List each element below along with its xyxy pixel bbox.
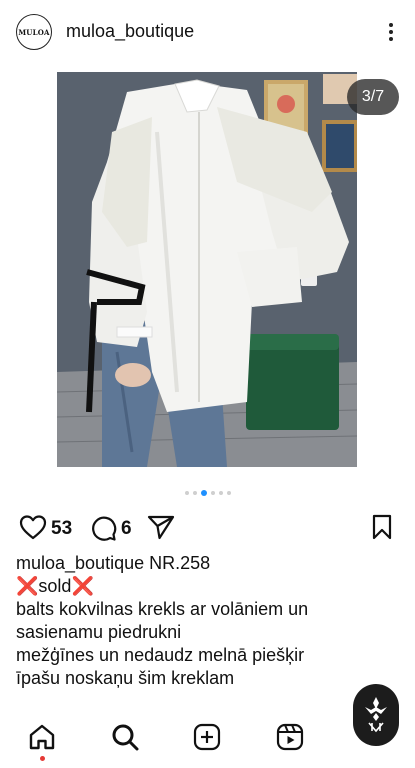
caption-line: īpašu noskaņu šim kreklam	[16, 668, 235, 688]
carousel-dots	[0, 489, 415, 497]
carousel-dot-active	[200, 490, 207, 496]
comment-icon[interactable]	[89, 514, 117, 542]
create-icon[interactable]	[192, 722, 222, 752]
caption-line: mežģīnes un nedaudz melnā piešķir	[16, 645, 305, 665]
home-icon[interactable]	[27, 722, 57, 752]
carousel-dot	[218, 491, 223, 495]
post-actions: 53 6	[0, 510, 415, 544]
likes-count[interactable]: 53	[51, 518, 72, 540]
caption-number: NR.258	[149, 553, 211, 573]
caption-sold-line: ❌sold❌	[16, 575, 406, 598]
carousel-dot	[184, 491, 189, 495]
post-username[interactable]: muloa_boutique	[66, 21, 194, 42]
share-icon[interactable]	[147, 514, 175, 540]
avatar-text: MULOA	[18, 27, 50, 37]
caption-line: balts kokvilnas krekls ar volāniem un	[16, 599, 309, 619]
more-options-icon[interactable]	[381, 20, 401, 44]
comments-count[interactable]: 6	[121, 518, 132, 540]
heart-icon[interactable]	[19, 514, 47, 540]
caption-username[interactable]: muloa_boutique	[16, 553, 144, 573]
carousel-dot	[210, 491, 215, 495]
bookmark-icon[interactable]	[371, 514, 393, 540]
caption-line: sasienamu piedrukni	[16, 622, 182, 642]
post-header: MULOA muloa_boutique	[0, 0, 415, 64]
carousel-page-indicator: 3/7	[347, 79, 399, 115]
carousel-dot	[226, 491, 231, 495]
reels-icon[interactable]	[275, 722, 305, 752]
notification-dot	[40, 756, 45, 761]
carousel-dot	[192, 491, 197, 495]
ornament-icon	[365, 697, 387, 733]
sold-text: sold	[38, 576, 72, 596]
caption-first-line: muloa_boutique NR.258	[16, 552, 406, 575]
post-photo[interactable]	[57, 72, 357, 467]
avatar[interactable]: MULOA	[16, 14, 52, 50]
floating-assistant-button[interactable]	[353, 684, 399, 746]
cross-mark-icon: ❌	[16, 576, 39, 596]
post-caption: muloa_boutique NR.258 ❌sold❌ balts kokvi…	[16, 552, 406, 690]
search-icon[interactable]	[110, 722, 140, 752]
cross-mark-icon: ❌	[71, 576, 94, 596]
